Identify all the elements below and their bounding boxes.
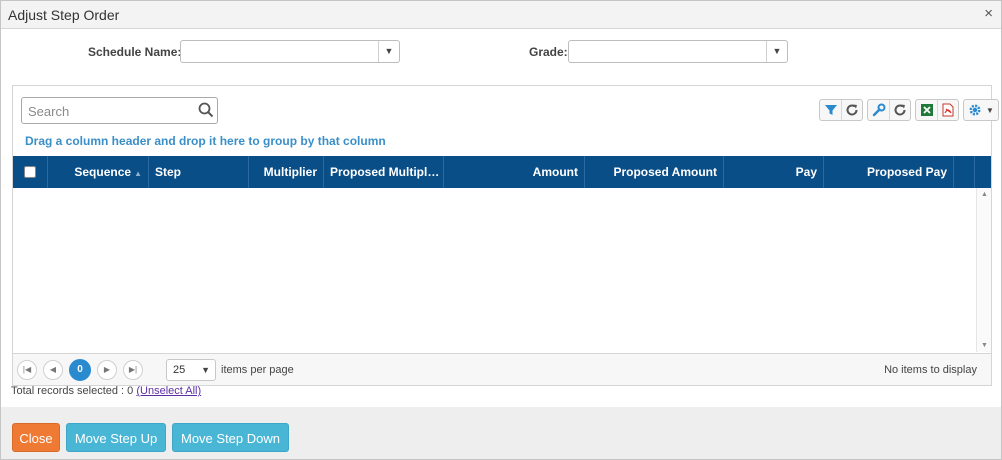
search-icon[interactable]: [198, 102, 214, 118]
chevron-down-icon[interactable]: ▼: [986, 106, 994, 115]
filter-icon[interactable]: [820, 100, 841, 120]
grade-label: Grade:: [529, 45, 568, 59]
search-input[interactable]: Search: [28, 104, 69, 119]
column-header-sequence[interactable]: Sequence ▲: [48, 156, 149, 188]
current-page[interactable]: 0: [69, 359, 91, 381]
dialog-footer: Close Move Step Up Move Step Down: [1, 407, 1001, 459]
close-icon[interactable]: ×: [984, 6, 993, 22]
column-header-multiplier[interactable]: Multiplier: [249, 156, 324, 188]
select-all-checkbox-cell[interactable]: [13, 156, 48, 188]
grid-pager: |◀ ◀ 0 ▶ ▶| 25 ▼ items per page No items…: [13, 353, 991, 385]
selection-summary: Total records selected : 0 (Unselect All…: [11, 385, 201, 397]
column-header-amount[interactable]: Amount: [444, 156, 585, 188]
group-by-hint[interactable]: Drag a column header and drop it here to…: [25, 134, 386, 148]
wrench-icon[interactable]: [868, 100, 889, 120]
chevron-down-icon[interactable]: ▼: [201, 365, 210, 375]
page-size-select[interactable]: 25 ▼: [166, 359, 216, 381]
grid-body: ▲ ▼: [13, 188, 991, 352]
grid-header: Sequence ▲ Step Multiplier Proposed Multi…: [13, 156, 991, 188]
pdf-icon[interactable]: [937, 100, 958, 120]
grade-select[interactable]: ▼: [568, 40, 788, 63]
move-step-down-button[interactable]: Move Step Down: [172, 423, 289, 452]
scroll-down-icon[interactable]: ▼: [977, 342, 992, 349]
close-button[interactable]: Close: [12, 423, 60, 452]
column-header-pay[interactable]: Pay: [724, 156, 824, 188]
chevron-down-icon[interactable]: ▼: [766, 41, 787, 62]
column-header-step[interactable]: Step: [149, 156, 249, 188]
schedule-name-select[interactable]: ▼: [180, 40, 400, 63]
steps-grid: Search ▼ Drag a column header and drop i…: [12, 85, 999, 386]
settings-group: ▼: [963, 99, 999, 121]
select-all-checkbox[interactable]: [24, 165, 36, 178]
search-box[interactable]: Search: [21, 97, 218, 124]
filter-group: [819, 99, 863, 121]
no-items-label: No items to display: [884, 364, 977, 376]
grid-toolbar: ▼: [815, 99, 999, 121]
reset-filter-refresh-icon[interactable]: [841, 100, 862, 120]
column-header-spacer: [954, 156, 975, 188]
column-header-proposed-multiplier[interactable]: Proposed Multipl…: [324, 156, 444, 188]
export-group: [915, 99, 959, 121]
vertical-scrollbar[interactable]: ▲ ▼: [976, 188, 991, 352]
selected-count: Total records selected : 0: [11, 385, 134, 397]
unselect-all-link[interactable]: (Unselect All): [136, 385, 201, 397]
scroll-up-icon[interactable]: ▲: [977, 191, 992, 198]
schedule-name-label: Schedule Name:: [88, 45, 182, 59]
excel-icon[interactable]: [916, 100, 937, 120]
column-header-proposed-amount[interactable]: Proposed Amount: [585, 156, 724, 188]
adjust-step-order-dialog: Adjust Step Order × Schedule Name: ▼ Gra…: [0, 0, 1002, 460]
dialog-title: Adjust Step Order: [8, 7, 120, 23]
column-header-proposed-pay[interactable]: Proposed Pay: [824, 156, 954, 188]
page-size-value: 25: [173, 364, 186, 376]
previous-page-icon[interactable]: ◀: [43, 360, 63, 380]
move-step-up-button[interactable]: Move Step Up: [66, 423, 166, 452]
gear-icon[interactable]: ▼: [964, 100, 998, 120]
chevron-down-icon[interactable]: ▼: [378, 41, 399, 62]
dialog-titlebar: Adjust Step Order ×: [1, 1, 1001, 29]
items-per-page-label: items per page: [221, 364, 294, 376]
next-page-icon[interactable]: ▶: [97, 360, 117, 380]
reset-layout-refresh-icon[interactable]: [889, 100, 910, 120]
last-page-icon[interactable]: ▶|: [123, 360, 143, 380]
column-settings-group: [867, 99, 911, 121]
first-page-icon[interactable]: |◀: [17, 360, 37, 380]
sort-ascending-icon: ▲: [134, 169, 142, 178]
